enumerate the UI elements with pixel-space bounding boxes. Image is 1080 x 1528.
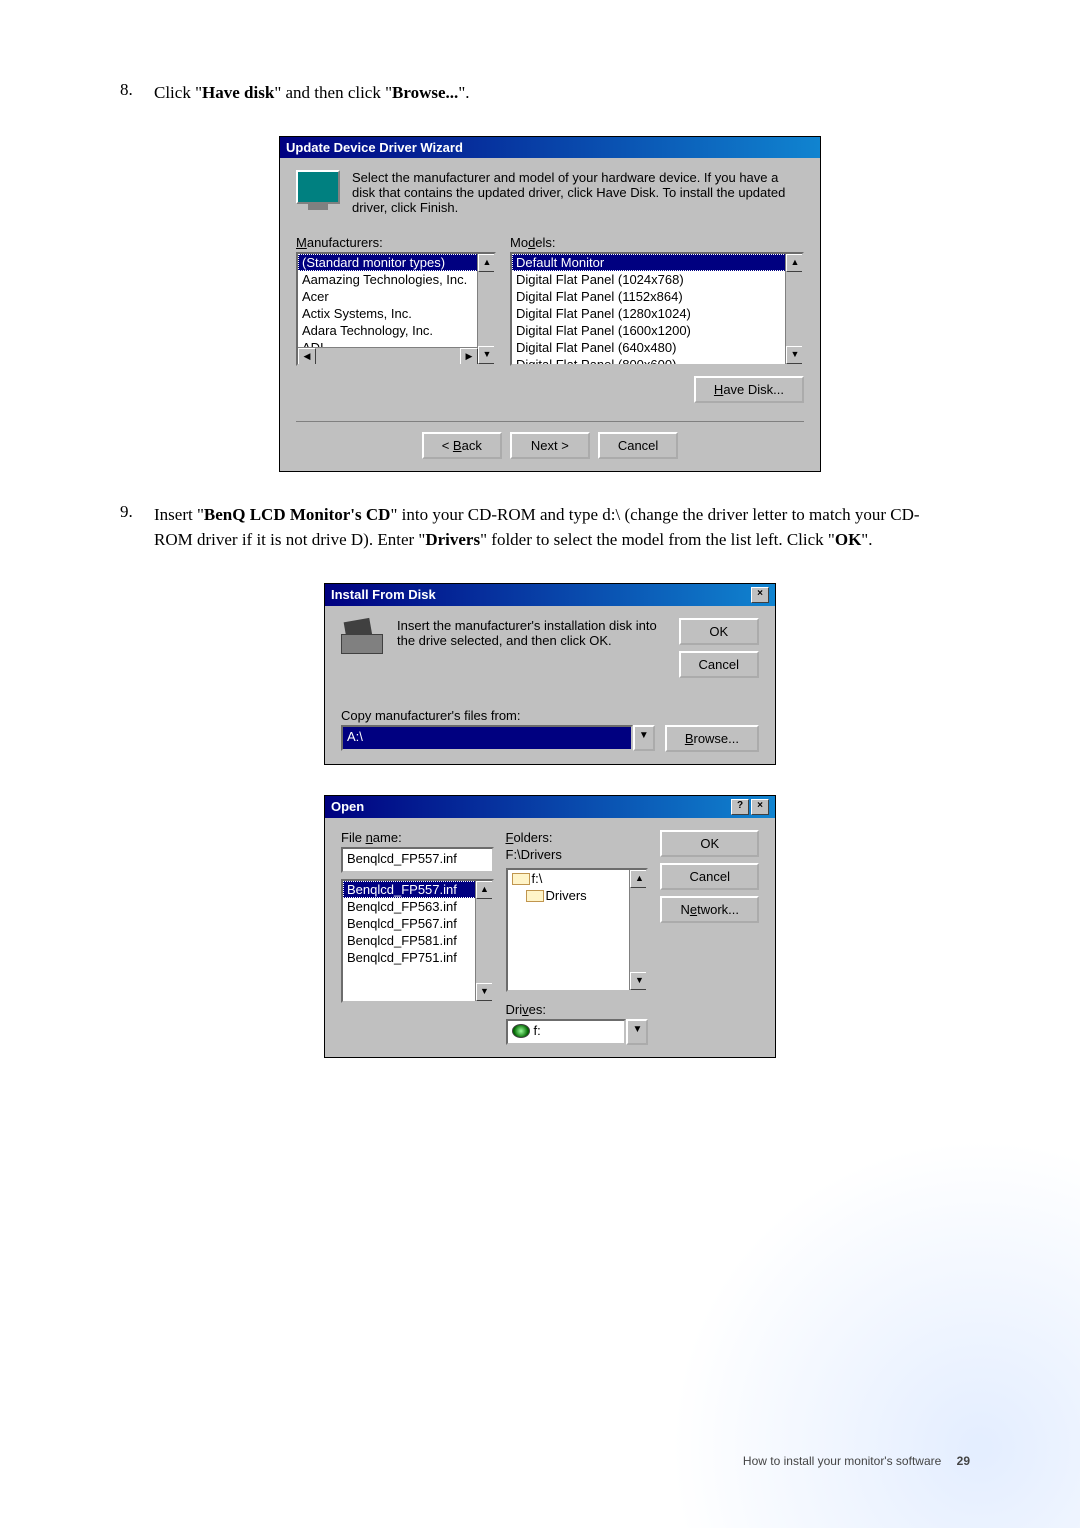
manufacturers-label: Manufacturers: <box>296 235 496 250</box>
open-dialog: Open ? × File name: Benqlcd_FP557.inf Be… <box>324 795 776 1058</box>
scroll-up-icon[interactable]: ▲ <box>476 881 494 899</box>
scroll-down-icon[interactable]: ▼ <box>478 346 496 364</box>
list-item[interactable]: Benqlcd_FP557.inf <box>343 881 492 898</box>
list-item[interactable]: Adara Technology, Inc. <box>298 322 494 339</box>
list-item[interactable]: Digital Flat Panel (1600x1200) <box>512 322 802 339</box>
drive-value[interactable]: f: <box>506 1019 627 1045</box>
scroll-right-icon[interactable]: ▶ <box>460 348 478 366</box>
page-footer: How to install your monitor's software 2… <box>743 1454 970 1468</box>
scroll-down-icon[interactable]: ▼ <box>630 972 648 990</box>
ok-button[interactable]: OK <box>660 830 759 857</box>
close-icon[interactable]: × <box>751 587 769 603</box>
install-message: Insert the manufacturer's installation d… <box>397 618 667 648</box>
scroll-left-icon[interactable]: ◀ <box>298 348 316 366</box>
scroll-up-icon[interactable]: ▲ <box>478 254 496 272</box>
drives-dropdown[interactable]: f: ▼ <box>506 1019 649 1045</box>
list-item[interactable]: Benqlcd_FP567.inf <box>343 915 492 932</box>
ok-button[interactable]: OK <box>679 618 759 645</box>
folder-open-icon <box>526 890 542 902</box>
monitor-icon <box>296 170 340 210</box>
scroll-up-icon[interactable]: ▲ <box>786 254 804 272</box>
folder-open-icon <box>512 873 528 885</box>
vertical-scrollbar[interactable]: ▲ ▼ <box>629 870 646 990</box>
back-button[interactable]: < Back <box>422 432 502 459</box>
scroll-down-icon[interactable]: ▼ <box>786 346 804 364</box>
scroll-up-icon[interactable]: ▲ <box>630 870 648 888</box>
step9-number: 9. <box>120 502 150 522</box>
list-item[interactable]: Benqlcd_FP563.inf <box>343 898 492 915</box>
drive-icon <box>512 1024 530 1038</box>
vertical-scrollbar[interactable]: ▲ ▼ <box>785 254 802 364</box>
drives-label: Drives: <box>506 1002 649 1017</box>
manufacturers-listbox[interactable]: (Standard monitor types) Aamazing Techno… <box>296 252 496 366</box>
step9-text: Insert "BenQ LCD Monitor's CD" into your… <box>154 502 934 553</box>
copy-from-label: Copy manufacturer's files from: <box>341 708 759 723</box>
list-item[interactable]: Default Monitor <box>512 254 802 271</box>
filename-label: File name: <box>341 830 494 845</box>
cancel-button[interactable]: Cancel <box>679 651 759 678</box>
path-dropdown[interactable]: A:\ ▼ <box>341 725 655 751</box>
list-item[interactable]: Digital Flat Panel (1024x768) <box>512 271 802 288</box>
list-item[interactable]: Digital Flat Panel (800x600) <box>512 356 802 366</box>
list-item[interactable]: Digital Flat Panel (1152x864) <box>512 288 802 305</box>
filename-input[interactable]: Benqlcd_FP557.inf <box>341 847 494 873</box>
list-item[interactable]: Benqlcd_FP581.inf <box>343 932 492 949</box>
step8-text: Click "Have disk" and then click "Browse… <box>154 80 934 106</box>
list-item[interactable]: Acer <box>298 288 494 305</box>
models-label: Models: <box>510 235 804 250</box>
vertical-scrollbar[interactable]: ▲ ▼ <box>477 254 494 364</box>
list-item[interactable]: Digital Flat Panel (1280x1024) <box>512 305 802 322</box>
install-title: Install From Disk <box>331 587 436 602</box>
files-listbox[interactable]: Benqlcd_FP557.inf Benqlcd_FP563.inf Benq… <box>341 879 494 1003</box>
network-button[interactable]: Network... <box>660 896 759 923</box>
list-item[interactable]: Digital Flat Panel (640x480) <box>512 339 802 356</box>
horizontal-scrollbar[interactable]: ◀ ▶ <box>298 347 478 364</box>
cancel-button[interactable]: Cancel <box>660 863 759 890</box>
folders-path: F:\Drivers <box>506 847 649 862</box>
chevron-down-icon[interactable]: ▼ <box>626 1019 648 1045</box>
open-title: Open <box>331 799 364 814</box>
chevron-down-icon[interactable]: ▼ <box>633 725 655 751</box>
list-item[interactable]: Aamazing Technologies, Inc. <box>298 271 494 288</box>
folders-listbox[interactable]: f:\ Drivers ▲ ▼ <box>506 868 649 992</box>
wizard-intro-text: Select the manufacturer and model of you… <box>352 170 804 215</box>
scroll-down-icon[interactable]: ▼ <box>476 983 494 1001</box>
close-icon[interactable]: × <box>751 799 769 815</box>
next-button[interactable]: Next > <box>510 432 590 459</box>
footer-text: How to install your monitor's software <box>743 1454 941 1468</box>
open-titlebar: Open ? × <box>325 796 775 818</box>
step-8: 8. Click "Have disk" and then click "Bro… <box>120 80 980 106</box>
folders-label: Folders: <box>506 830 649 845</box>
step8-number: 8. <box>120 80 150 100</box>
disk-insert-icon <box>341 618 385 654</box>
list-item[interactable]: Benqlcd_FP751.inf <box>343 949 492 966</box>
update-driver-wizard-dialog: Update Device Driver Wizard Select the m… <box>279 136 821 472</box>
step-9: 9. Insert "BenQ LCD Monitor's CD" into y… <box>120 502 980 553</box>
wizard-titlebar: Update Device Driver Wizard <box>280 137 820 158</box>
cancel-button[interactable]: Cancel <box>598 432 678 459</box>
folder-item[interactable]: f:\ <box>508 870 647 887</box>
models-listbox[interactable]: Default Monitor Digital Flat Panel (1024… <box>510 252 804 366</box>
browse-button[interactable]: Browse... <box>665 725 759 752</box>
wizard-title: Update Device Driver Wizard <box>286 140 463 155</box>
install-from-disk-dialog: Install From Disk × Insert the manufactu… <box>324 583 776 765</box>
list-item[interactable]: (Standard monitor types) <box>298 254 494 271</box>
vertical-scrollbar[interactable]: ▲ ▼ <box>475 881 492 1001</box>
install-titlebar: Install From Disk × <box>325 584 775 606</box>
have-disk-button[interactable]: Have Disk... <box>694 376 804 403</box>
page-number: 29 <box>957 1454 970 1468</box>
path-input[interactable]: A:\ <box>341 725 633 751</box>
list-item[interactable]: Actix Systems, Inc. <box>298 305 494 322</box>
help-icon[interactable]: ? <box>731 799 749 815</box>
folder-item[interactable]: Drivers <box>508 887 647 904</box>
